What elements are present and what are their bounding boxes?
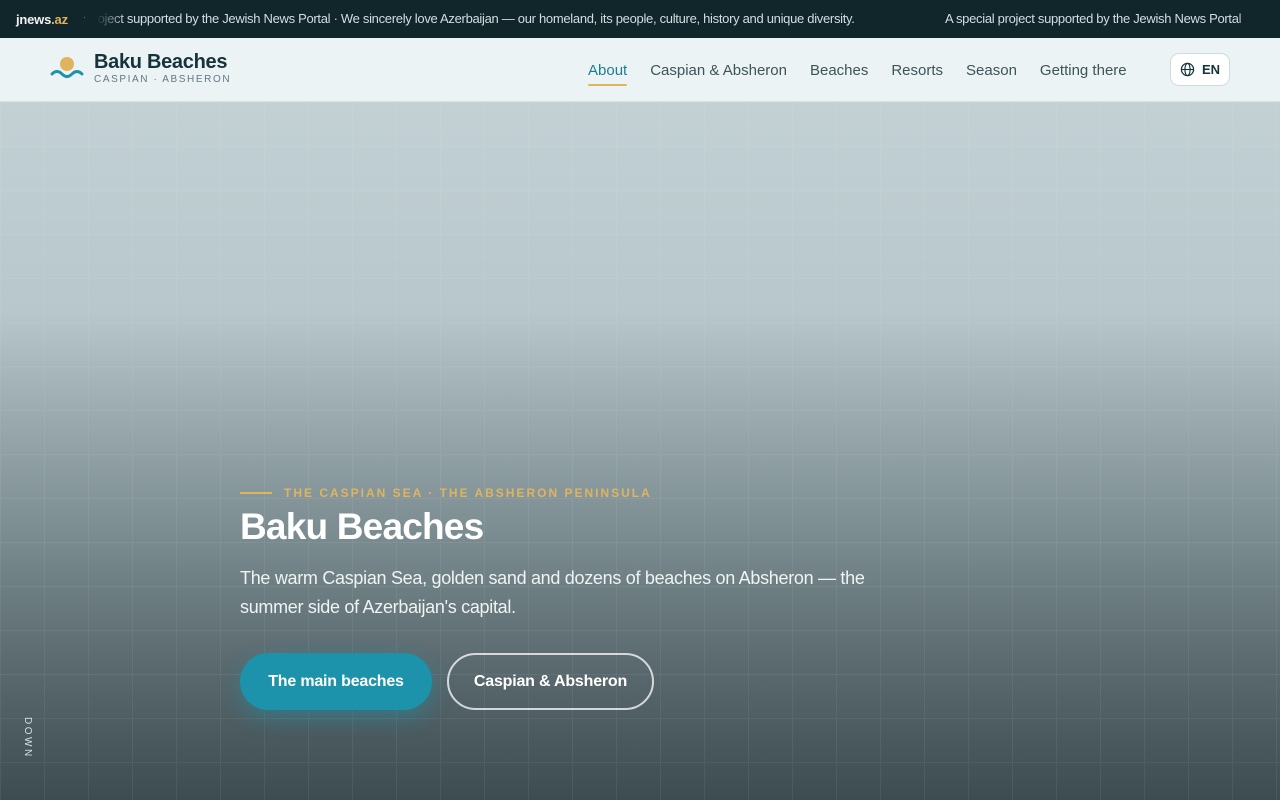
caspian-absheron-button[interactable]: Caspian & Absheron [447,653,654,710]
kicker-text: THE CASPIAN SEA · THE ABSHERON PENINSULA [284,486,652,500]
site-header: Baku Beaches CASPIAN · ABSHERON About Ca… [0,38,1280,102]
nav-item-getting-there[interactable]: Getting there [1040,38,1127,102]
hero-section: THE CASPIAN SEA · THE ABSHERON PENINSULA… [0,102,1280,800]
nav-item-about[interactable]: About [588,38,628,102]
hero-title: Baku Beaches [240,506,484,547]
logo-subtitle: CASPIAN · ABSHERON [94,74,232,85]
nav-item-caspian-absheron[interactable]: Caspian & Absheron [650,38,787,102]
ticker-track: A special project supported by the Jewis… [96,0,1266,38]
hero-description: The warm Caspian Sea, golden sand and do… [240,568,865,617]
main-beaches-button[interactable]: The main beaches [240,653,432,710]
ticker-message-repeat: A special project supported by the Jewis… [945,11,1242,26]
language-label: EN [1201,62,1221,77]
ticker-brand-tld: .az [51,11,68,27]
language-switcher[interactable]: EN [1170,53,1230,86]
globe-icon [1180,62,1195,77]
nav-item-beaches[interactable]: Beaches [810,38,868,102]
nav-item-season[interactable]: Season [966,38,1017,102]
hero-kicker: THE CASPIAN SEA · THE ABSHERON PENINSULA [240,486,652,500]
main-nav: About Caspian & Absheron Beaches Resorts… [588,38,1150,102]
announcement-ticker: jnews .az · A special project supported b… [0,0,1280,38]
nav-item-resorts[interactable]: Resorts [891,38,943,102]
scroll-down-indicator[interactable]: DOWN [22,717,33,759]
site-logo[interactable]: Baku Beaches CASPIAN · ABSHERON [50,51,231,85]
ticker-brand[interactable]: jnews .az [16,0,68,38]
ticker-separator: · [83,12,87,23]
kicker-line [240,492,272,494]
sun-wave-logo-icon [50,51,84,85]
ticker-brand-main: jnews [16,11,52,27]
logo-title: Baku Beaches [94,51,228,73]
ticker-message: A special project supported by the Jewis… [96,11,855,26]
